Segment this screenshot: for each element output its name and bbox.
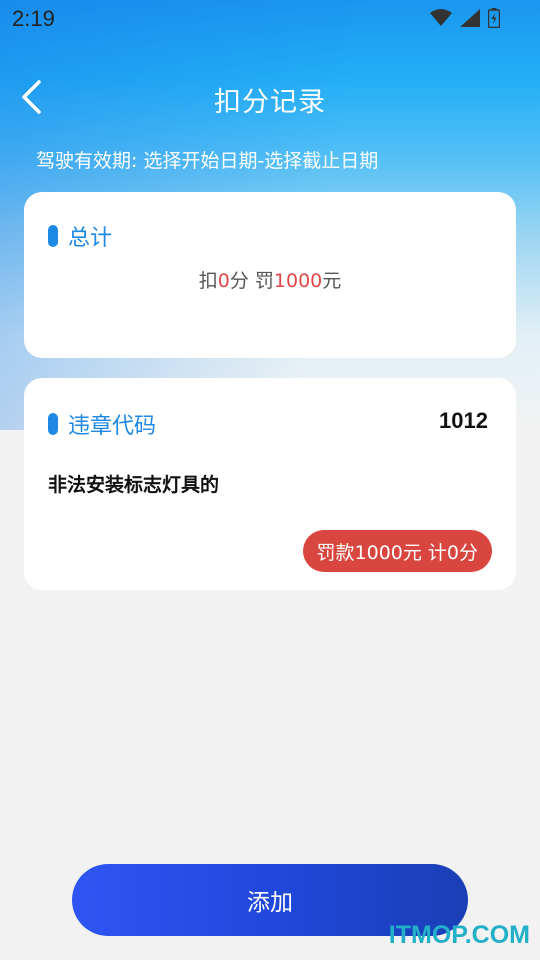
deduct-unit: 分 罚 [229, 270, 274, 292]
nav-bar: 扣分记录 [0, 62, 540, 132]
battery-icon [488, 8, 500, 28]
fine-amount: 1000 [273, 270, 323, 292]
fine-badge: 罚款1000元 计0分 [302, 530, 492, 572]
violation-header: 违章代码 [48, 408, 156, 440]
total-header: 总计 [48, 220, 112, 252]
violation-code: 1012 [439, 408, 488, 433]
section-marker [48, 413, 58, 435]
validity-period[interactable]: 驾驶有效期: 选择开始日期-选择截止日期 [36, 146, 378, 173]
watermark: ITMOP.COM [388, 921, 530, 949]
total-label: 总计 [68, 226, 113, 251]
deduct-points: 0 [217, 270, 230, 292]
violation-description: 非法安装标志灯具的 [48, 474, 220, 496]
status-icons [430, 8, 500, 28]
fine-unit: 元 [322, 270, 342, 292]
signal-icon [460, 9, 480, 27]
total-summary: 扣0分 罚1000元 [24, 266, 516, 293]
status-time: 2:19 [12, 6, 55, 31]
page-title: 扣分记录 [214, 87, 326, 118]
violation-code-label: 违章代码 [68, 414, 157, 439]
section-marker [48, 225, 58, 247]
violation-card[interactable]: 违章代码 1012 非法安装标志灯具的 罚款1000元 计0分 [24, 378, 516, 590]
status-bar: 2:19 [0, 0, 540, 40]
deduct-prefix: 扣 [198, 270, 218, 292]
total-card: 总计 扣0分 罚1000元 [24, 192, 516, 358]
wifi-icon [430, 9, 452, 26]
